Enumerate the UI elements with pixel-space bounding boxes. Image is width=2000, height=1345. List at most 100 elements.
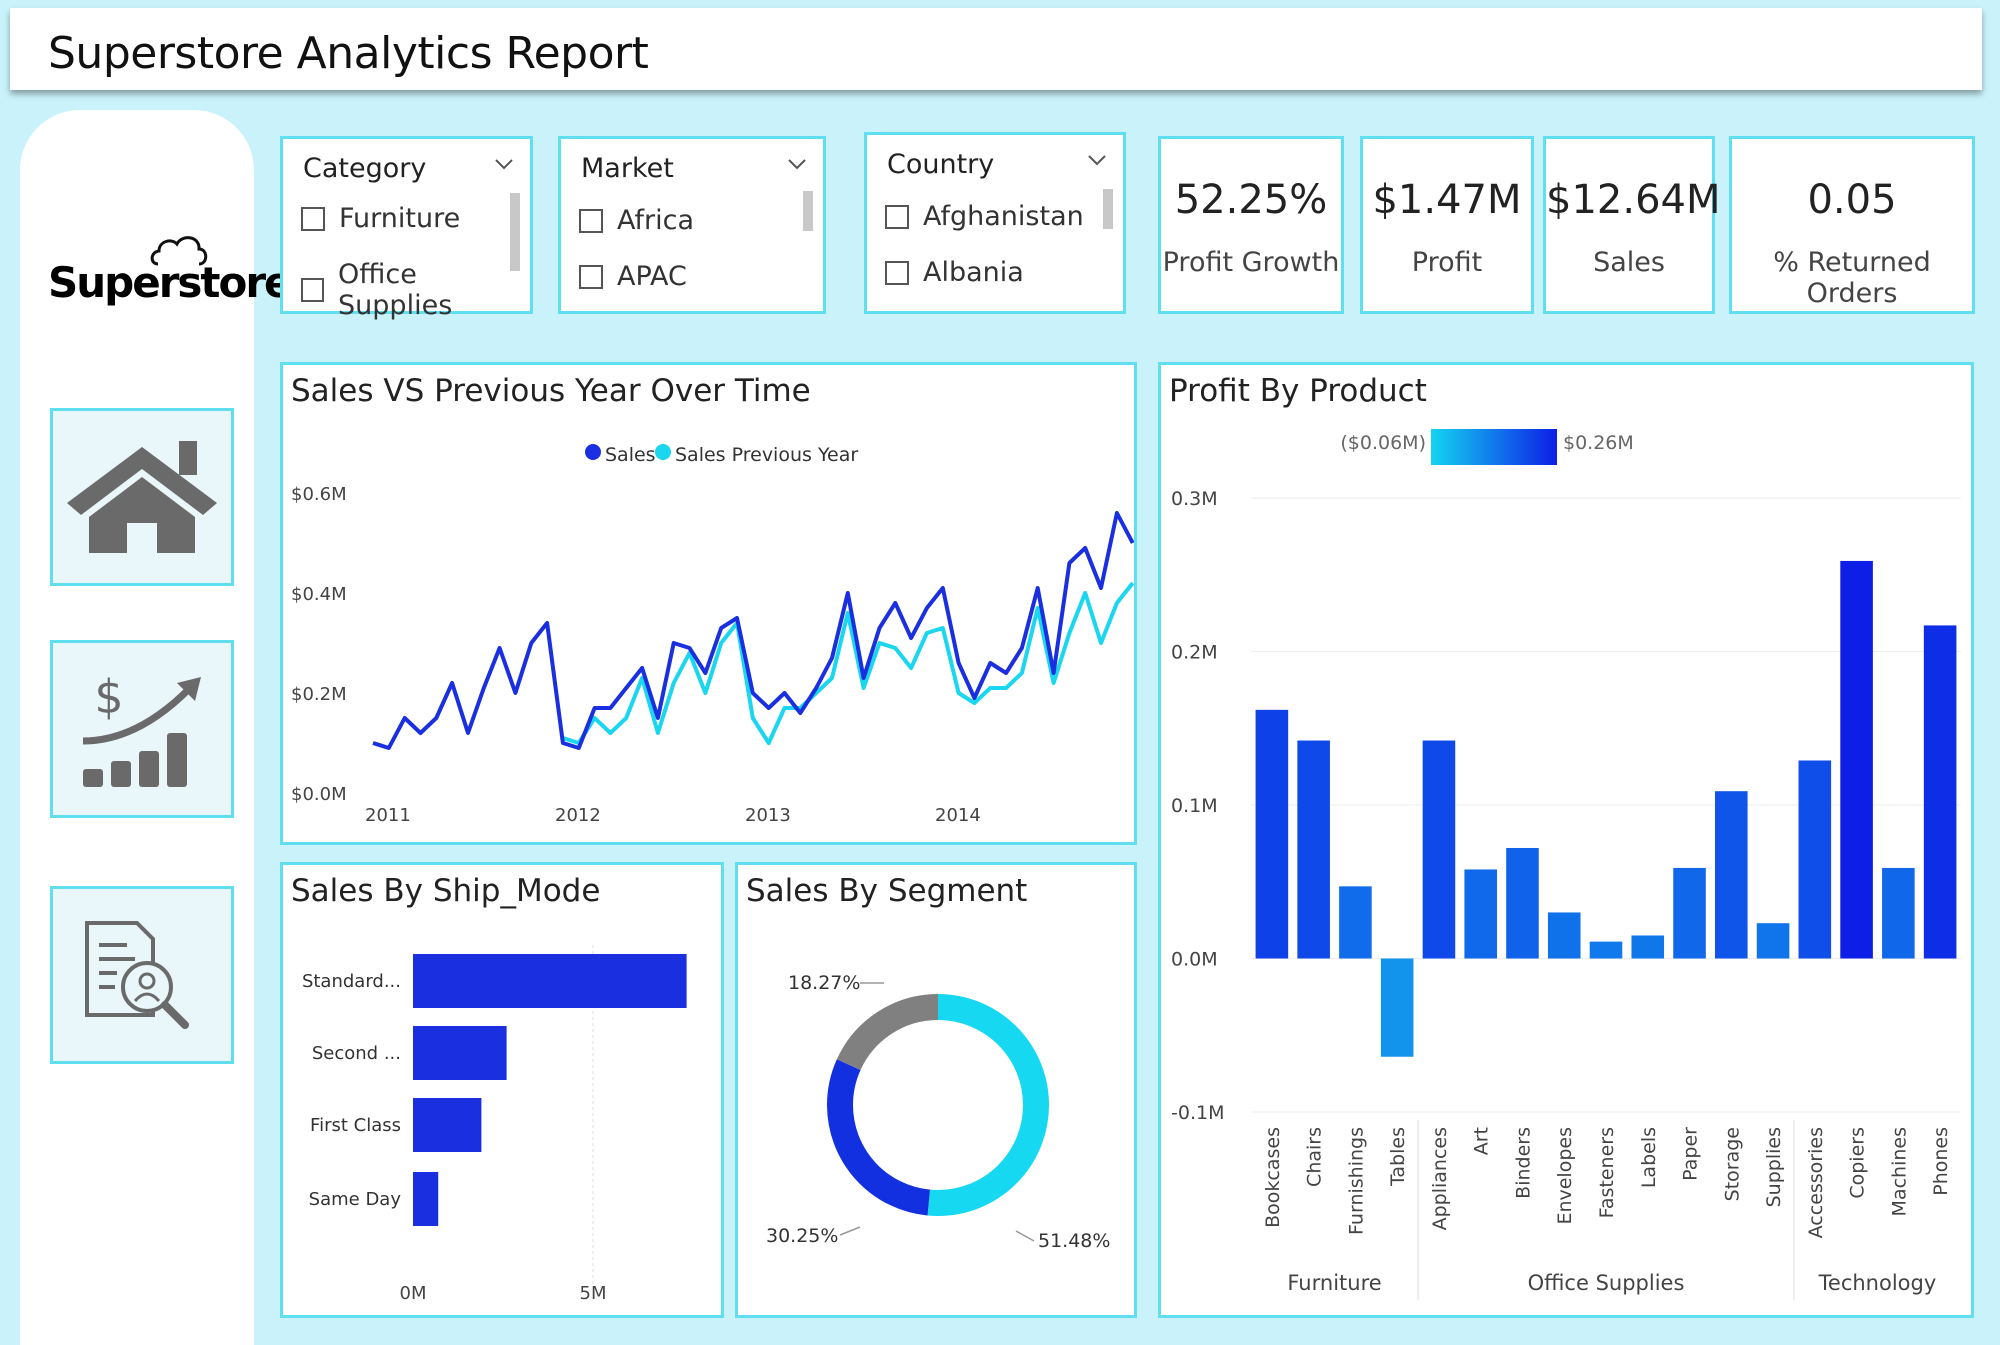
home-icon <box>67 441 217 553</box>
chevron-down-icon[interactable] <box>494 157 514 171</box>
sales-growth-icon: $ <box>82 670 201 787</box>
slicer-title: Category <box>303 153 427 184</box>
legend-min-label: ($0.06M) <box>1340 432 1426 454</box>
bar <box>1840 560 1873 959</box>
checkbox[interactable] <box>885 204 909 229</box>
bar <box>413 1098 482 1152</box>
nav-report-button[interactable] <box>50 886 234 1064</box>
bar <box>1380 958 1414 1057</box>
slicer-option[interactable]: Albania <box>885 257 1024 288</box>
bar <box>413 954 687 1008</box>
checkbox[interactable] <box>885 260 909 285</box>
slicer-option[interactable]: Africa <box>579 205 694 236</box>
legend-marker-previous <box>655 444 671 460</box>
kpi-card-profit: $1.47M Profit <box>1360 136 1534 314</box>
x-tick-label: 2011 <box>365 805 411 826</box>
profit-plot: ($0.06M) $0.26M 0.3M 0.2M 0.1M 0.0M -0.1M Bookc… <box>1171 429 1961 1300</box>
series-line-previous-year <box>562 581 1134 745</box>
slicer-option[interactable]: Afghanistan <box>885 201 1084 232</box>
title-bar: Superstore Analytics Report <box>10 8 1982 90</box>
slicer-option[interactable]: APAC <box>579 261 687 292</box>
svg-text:$: $ <box>94 670 123 724</box>
x-tick-label: Fasteners <box>1596 1127 1618 1218</box>
scrollbar[interactable] <box>510 193 520 271</box>
legend-label: Sales Previous Year <box>675 444 858 466</box>
bar <box>1589 941 1623 959</box>
bar <box>1631 935 1665 959</box>
x-tick-label: Machines <box>1888 1127 1910 1216</box>
bar <box>1756 923 1790 959</box>
slicer-option[interactable]: Office Supplies <box>301 259 530 321</box>
sales-by-segment-chart[interactable]: Sales By Segment 18.27% 30.25% 51.48% <box>735 862 1137 1318</box>
category-label: Same Day <box>309 1189 402 1210</box>
slicer-option[interactable]: Furniture <box>301 203 460 234</box>
x-tick-label: Appliances <box>1429 1127 1451 1230</box>
x-tick-label: Bookcases <box>1262 1127 1284 1228</box>
kpi-value: 0.05 <box>1807 177 1897 223</box>
bar <box>1547 912 1581 959</box>
y-tick-label: 0.0M <box>1171 949 1218 971</box>
x-tick-label: Phones <box>1930 1127 1952 1196</box>
kpi-label: Sales <box>1593 247 1665 278</box>
sales-over-time-chart[interactable]: Sales VS Previous Year Over Time Sales Sa… <box>280 362 1137 845</box>
legend-gradient <box>1431 429 1557 465</box>
checkbox[interactable] <box>579 264 603 289</box>
scrollbar[interactable] <box>1103 189 1113 229</box>
market-slicer[interactable]: Market Africa APAC <box>558 136 826 314</box>
kpi-label: Profit Growth <box>1162 247 1340 278</box>
bar <box>1882 867 1915 959</box>
kpi-label: Profit <box>1411 247 1483 278</box>
x-tick-label: 5M <box>580 1283 607 1304</box>
country-slicer[interactable]: Country Afghanistan Albania <box>864 132 1126 314</box>
chevron-down-icon[interactable] <box>1087 153 1107 167</box>
bar <box>413 1026 507 1080</box>
group-label: Furniture <box>1287 1271 1381 1295</box>
x-tick-label: 2013 <box>745 805 791 826</box>
kpi-value: 52.25% <box>1174 177 1328 223</box>
nav-home-button[interactable] <box>50 408 234 586</box>
x-tick-label: Furnishings <box>1345 1127 1367 1235</box>
line-chart-plot: Sales Sales Previous Year $0.0M $0.2M $0.4M $… <box>291 444 1134 826</box>
scrollbar[interactable] <box>803 191 813 231</box>
category-slicer[interactable]: Category Furniture Office Supplies <box>280 136 533 321</box>
bar <box>1464 869 1497 959</box>
legend-label: Sales <box>605 444 656 466</box>
slicer-title: Country <box>887 149 995 180</box>
category-label: First Class <box>310 1115 401 1136</box>
x-tick-label: 0M <box>400 1283 427 1304</box>
bar <box>1715 791 1748 959</box>
checkbox[interactable] <box>301 278 325 302</box>
y-tick-label: $0.4M <box>291 584 347 605</box>
profit-by-product-chart[interactable]: Profit By Product ($0.06M) $0.26M 0.3M 0.2M… <box>1158 362 1974 1318</box>
bar <box>1673 867 1706 959</box>
group-label: Technology <box>1818 1271 1937 1295</box>
chevron-down-icon[interactable] <box>787 157 807 171</box>
kpi-value: $12.64M <box>1546 177 1721 223</box>
slice-label: 30.25% <box>766 1225 838 1247</box>
checkbox[interactable] <box>301 206 325 231</box>
x-tick-label: Art <box>1471 1127 1493 1155</box>
y-tick-label: 0.2M <box>1171 642 1218 664</box>
sales-by-ship-mode-chart[interactable]: Sales By Ship_Mode Standard... Second ...… <box>280 862 724 1318</box>
legend-marker-sales <box>585 444 601 460</box>
page-title: Superstore Analytics Report <box>48 28 649 79</box>
bar <box>413 1172 439 1226</box>
bar <box>1339 886 1372 959</box>
x-tick-label: Storage <box>1721 1127 1743 1201</box>
x-tick-label: Binders <box>1512 1127 1534 1199</box>
x-tick-label: 2012 <box>555 805 601 826</box>
y-tick-label: $0.2M <box>291 684 347 705</box>
nav-sales-button[interactable]: $ <box>50 640 234 818</box>
slicer-title: Market <box>581 153 674 184</box>
y-tick-label: 0.1M <box>1171 795 1218 817</box>
x-tick-label: Envelopes <box>1554 1127 1576 1225</box>
superstore-logo: Superstore <box>48 258 293 307</box>
x-tick-label: Tables <box>1387 1127 1409 1187</box>
bar <box>1506 847 1539 959</box>
bar <box>1798 760 1832 959</box>
checkbox[interactable] <box>579 208 603 233</box>
y-tick-label: $0.0M <box>291 784 347 805</box>
slice-label: 51.48% <box>1038 1230 1110 1252</box>
leader-line <box>839 1226 861 1236</box>
x-tick-label: Chairs <box>1304 1127 1326 1187</box>
